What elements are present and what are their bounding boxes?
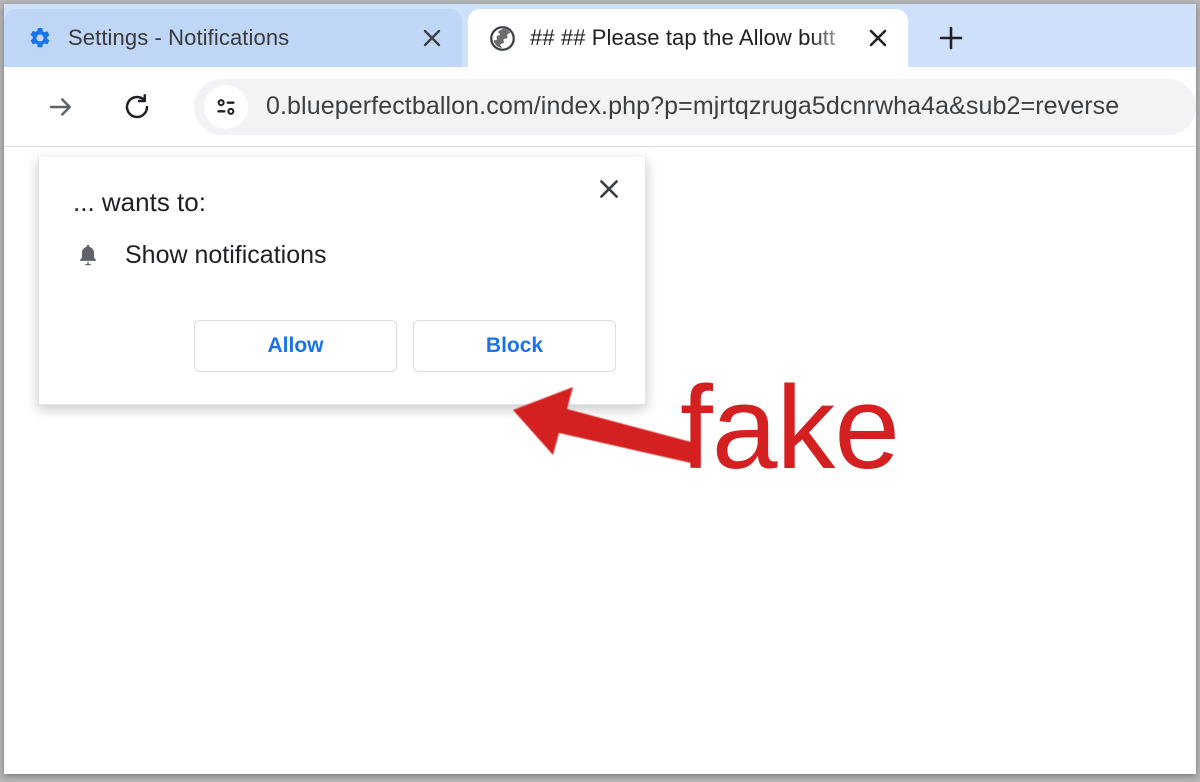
- gear-icon: [26, 24, 54, 52]
- tab-please-tap-allow[interactable]: ## ## Please tap the Allow butt: [468, 9, 908, 67]
- arrow-left-icon: [509, 375, 699, 475]
- permission-label: Show notifications: [125, 240, 327, 269]
- tab-settings-notifications[interactable]: Settings - Notifications: [4, 9, 462, 67]
- browser-window: Settings - Notifications ## ## Please ta…: [4, 4, 1196, 774]
- dialog-title: ... wants to:: [73, 187, 206, 217]
- browser-toolbar: 0.blueperfectballon.com/index.php?p=mjrt…: [4, 67, 1196, 147]
- globe-icon: [488, 24, 516, 52]
- block-button[interactable]: Block: [413, 320, 616, 372]
- tab-title: Settings - Notifications: [68, 25, 290, 50]
- notification-permission-dialog: ... wants to: Show notifications Allow B…: [38, 157, 646, 405]
- tab-strip: Settings - Notifications ## ## Please ta…: [4, 4, 1196, 67]
- page-viewport: ... wants to: Show notifications Allow B…: [4, 147, 1196, 773]
- reload-icon[interactable]: [110, 80, 164, 134]
- allow-button[interactable]: Allow: [194, 320, 397, 372]
- screenshot-root: Settings - Notifications ## ## Please ta…: [0, 0, 1200, 782]
- new-tab-button[interactable]: [922, 9, 980, 67]
- close-icon[interactable]: [856, 16, 900, 60]
- dialog-actions: Allow Block: [194, 320, 616, 372]
- fake-annotation-label: fake: [680, 362, 900, 494]
- address-bar[interactable]: 0.blueperfectballon.com/index.php?p=mjrt…: [194, 78, 1196, 135]
- permission-row: Show notifications: [73, 240, 327, 270]
- close-icon[interactable]: [587, 167, 631, 211]
- tune-icon[interactable]: [204, 84, 248, 129]
- address-bar-url: 0.blueperfectballon.com/index.php?p=mjrt…: [266, 92, 1120, 120]
- tab-title: ## ## Please tap the Allow butt: [530, 25, 836, 50]
- arrow-forward-icon[interactable]: [34, 80, 88, 134]
- close-icon[interactable]: [410, 16, 454, 60]
- bell-icon: [73, 240, 103, 270]
